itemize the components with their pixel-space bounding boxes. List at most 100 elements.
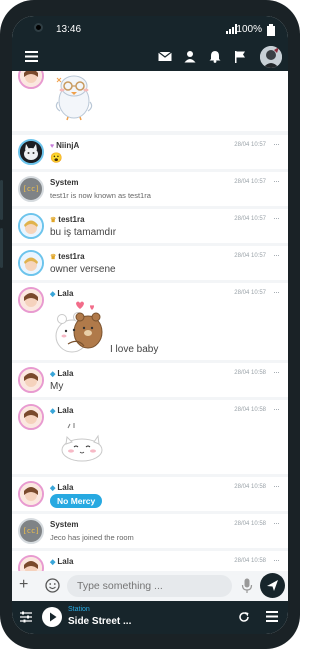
microphone-icon[interactable] [241, 578, 253, 594]
chat-message: ◆ Lala 28/04 10:58 ··· My [12, 363, 288, 397]
message-composer: + [12, 571, 288, 601]
more-options-icon[interactable]: ··· [273, 555, 280, 565]
chat-message: [cc] System 28/04 10:57 ··· test1r is no… [12, 172, 288, 206]
more-options-icon[interactable]: ··· [273, 287, 280, 297]
timestamp: 28/04 10:57 [234, 142, 266, 148]
user-avatar [18, 555, 44, 571]
diamond-badge-icon: ◆ [50, 371, 56, 378]
username[interactable]: ◆ Lala [50, 406, 73, 415]
more-options-icon[interactable]: ··· [273, 367, 280, 377]
more-options-icon[interactable]: ··· [273, 250, 280, 260]
user-icon[interactable] [183, 50, 197, 63]
station-label: Station [68, 606, 90, 613]
username[interactable]: ♛ test1ra [50, 215, 85, 224]
timestamp: 28/04 10:58 [234, 407, 266, 413]
chat-message: ♥ NiinjA 28/04 10:57 ··· 😮 [12, 135, 288, 169]
message-input[interactable] [67, 575, 232, 597]
chat-feed[interactable]: ♥ NiinjA 28/04 10:57 ··· 😮 [cc] System 28… [12, 71, 288, 571]
menu-icon[interactable] [25, 51, 38, 62]
timestamp: 28/04 10:58 [234, 484, 266, 490]
bell-icon[interactable] [208, 50, 222, 63]
send-icon [267, 580, 278, 591]
plus-icon[interactable]: + [19, 576, 28, 594]
more-options-icon[interactable]: ··· [273, 518, 280, 528]
more-options-icon[interactable]: ··· [273, 481, 280, 491]
user-avatar [18, 71, 44, 89]
more-options-icon[interactable]: ··· [273, 139, 280, 149]
crown-badge-icon: ♛ [50, 217, 57, 224]
more-options-icon[interactable]: ··· [273, 404, 280, 414]
play-icon [50, 612, 57, 622]
crown-badge-icon: ♛ [50, 254, 57, 261]
user-avatar [18, 213, 44, 239]
user-avatar [18, 139, 44, 165]
system-avatar: [cc] [18, 176, 44, 202]
screen: 13:46 100% ♥ NiinjA 28/04 10:57 ··· 😮 [c… [12, 16, 288, 634]
diamond-badge-icon: ◆ [50, 485, 56, 492]
cat-sticker [61, 423, 103, 462]
emoji-icon[interactable] [45, 578, 60, 593]
chat-message: [cc] System 28/04 10:58 ··· Jeco has joi… [12, 514, 288, 548]
username[interactable]: ◆ Lala [50, 557, 73, 566]
front-camera [34, 23, 43, 32]
play-button[interactable] [42, 607, 62, 627]
diamond-badge-icon: ◆ [50, 408, 56, 415]
profile-avatar[interactable] [260, 46, 282, 68]
timestamp: 28/04 10:58 [234, 370, 266, 376]
radio-player-bar: Station Side Street ... [12, 601, 288, 634]
message-text: bu iş tamamdır [50, 227, 117, 238]
timestamp: 28/04 10:58 [234, 521, 266, 527]
heart-badge-icon: ♥ [50, 143, 55, 150]
chat-message: ♛ test1ra 28/04 10:57 ··· bu iş tamamdır [12, 209, 288, 243]
timestamp: 28/04 10:57 [234, 253, 266, 259]
username[interactable]: System [50, 520, 78, 529]
chat-message [12, 71, 288, 131]
user-avatar [18, 404, 44, 430]
system-avatar: [cc] [18, 518, 44, 544]
power-button [0, 228, 3, 268]
chat-message: ◆ Lala 28/04 10:57 ··· I love baby [12, 283, 288, 360]
chat-message: ◆ Lala 28/04 10:58 ··· [12, 400, 288, 474]
more-options-icon[interactable]: ··· [273, 213, 280, 223]
chat-message: ♛ test1ra 28/04 10:57 ··· owner versene [12, 246, 288, 280]
message-text: owner versene [50, 264, 116, 275]
clock: 13:46 [56, 24, 82, 35]
username[interactable]: System [50, 178, 78, 187]
user-avatar [18, 250, 44, 276]
message-text: I love baby [110, 344, 159, 355]
user-avatar [18, 287, 44, 313]
phone-frame: 13:46 100% ♥ NiinjA 28/04 10:57 ··· 😮 [c… [0, 0, 300, 649]
username[interactable]: ◆ Lala [50, 369, 73, 378]
flag-icon[interactable] [233, 50, 247, 63]
equalizer-icon[interactable] [20, 611, 32, 623]
volume-button [0, 180, 3, 220]
timestamp: 28/04 10:57 [234, 179, 266, 185]
message-text: 😮 [50, 153, 63, 164]
user-avatar [18, 367, 44, 393]
diamond-badge-icon: ◆ [50, 559, 56, 566]
send-button[interactable] [260, 573, 285, 598]
more-options-icon[interactable]: ··· [273, 176, 280, 186]
menu-icon[interactable] [266, 611, 278, 622]
message-text: Jeco has joined the room [50, 533, 134, 542]
battery-percent: 100% [236, 24, 262, 35]
timestamp: 28/04 10:57 [234, 216, 266, 222]
status-bar: 13:46 100% [12, 16, 288, 42]
message-text: test1r is now known as test1ra [50, 191, 151, 200]
station-name: Side Street ... [68, 616, 132, 627]
chat-message: ◆ Lala 28/04 10:58 ··· [12, 551, 288, 571]
timestamp: 28/04 10:57 [234, 290, 266, 296]
diamond-badge-icon: ◆ [50, 291, 56, 298]
message-text: My [50, 381, 64, 392]
username[interactable]: ◆ Lala [50, 289, 73, 298]
bears-hug-sticker [55, 301, 103, 353]
mail-icon[interactable] [158, 50, 172, 63]
username[interactable]: ♛ test1ra [50, 252, 85, 261]
username[interactable]: ◆ Lala [50, 483, 73, 492]
timestamp: 28/04 10:58 [234, 558, 266, 564]
battery-icon [267, 24, 275, 36]
app-top-bar [12, 42, 288, 71]
username[interactable]: ♥ NiinjA [50, 141, 79, 150]
chat-message: ◆ Lala 28/04 10:58 ··· No Mercy [12, 477, 288, 511]
reload-icon[interactable] [238, 611, 250, 623]
